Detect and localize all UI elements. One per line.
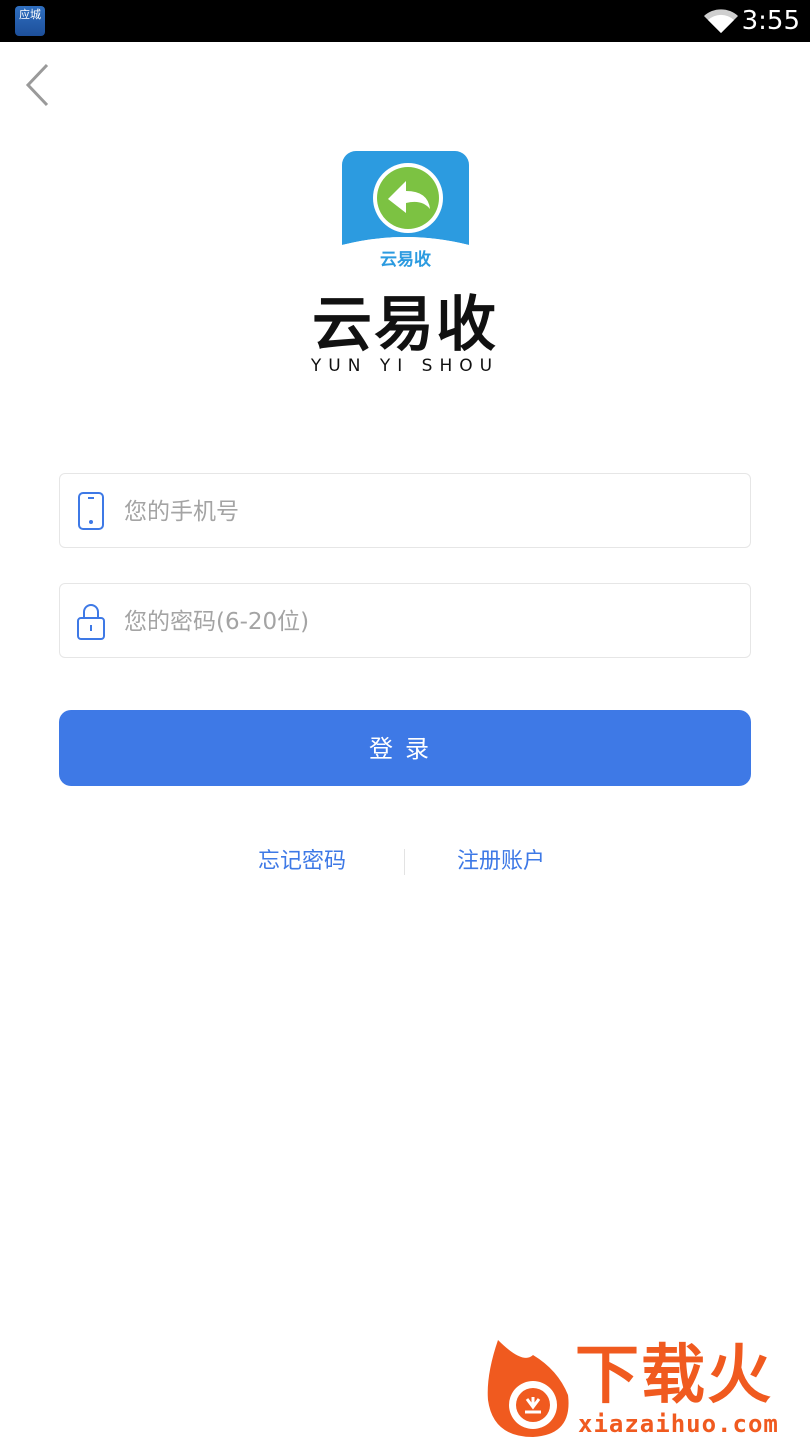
back-button[interactable] xyxy=(20,60,60,110)
wifi-icon xyxy=(704,9,738,34)
phone-icon xyxy=(78,492,104,530)
notification-app-icon: 应城 xyxy=(15,6,45,36)
phone-field xyxy=(59,473,751,549)
login-button[interactable]: 登录 xyxy=(59,710,751,786)
password-field xyxy=(59,583,751,659)
status-time: 3:55 xyxy=(741,6,800,36)
login-screen: 应城 3:55 云易收 云易收 YUN YI SHOU 您的手机号 登录 忘记密… xyxy=(0,0,810,1440)
chevron-left-icon xyxy=(25,63,49,107)
brand-name: 云易收 xyxy=(312,290,498,360)
status-bar: 应城 3:55 xyxy=(0,0,810,42)
watermark-url: xiazaihuo.com xyxy=(578,1410,779,1438)
lock-icon xyxy=(77,604,105,640)
logo-caption: 云易收 xyxy=(380,250,431,270)
register-link[interactable]: 注册账户 xyxy=(457,846,545,878)
phone-input[interactable] xyxy=(122,474,736,549)
notification-app-label: 应城 xyxy=(19,8,41,21)
link-divider xyxy=(404,849,405,875)
watermark-text: 下载火 xyxy=(575,1339,773,1413)
brand-pinyin: YUN YI SHOU xyxy=(310,356,500,376)
password-input[interactable] xyxy=(122,584,736,659)
forgot-password-link[interactable]: 忘记密码 xyxy=(258,846,346,878)
